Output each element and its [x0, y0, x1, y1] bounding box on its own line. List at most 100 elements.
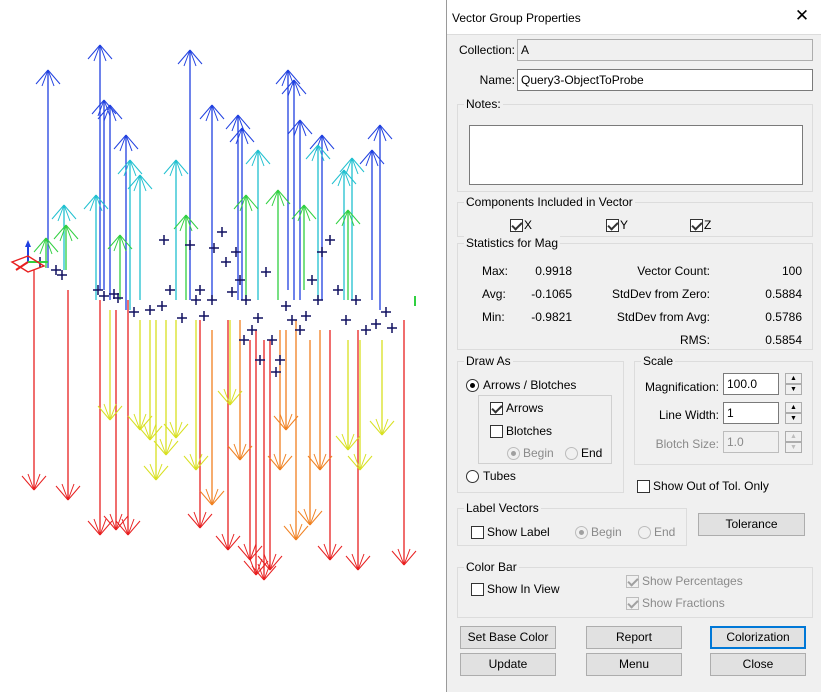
up-vector-3: [97, 104, 123, 300]
probe-point-14: [207, 295, 217, 305]
probe-point-2: [57, 270, 67, 280]
probe-point-37: [371, 319, 381, 329]
down-vector-11: [257, 340, 283, 571]
report-button[interactable]: Report: [586, 626, 682, 649]
down-vector-29: [217, 320, 243, 406]
up-vector-11: [309, 134, 335, 300]
notes-group: Notes:: [457, 97, 813, 192]
blotches-checkbox[interactable]: [490, 425, 503, 438]
probe-point-29: [307, 275, 317, 285]
statistics-group: Statistics for Mag Max: 0.9918 Avg: -0.1…: [457, 236, 813, 350]
down-vector-22: [183, 320, 209, 471]
magnification-spinner[interactable]: ▲ ▼: [785, 373, 802, 395]
down-vector-23: [227, 320, 253, 461]
probe-point-3: [93, 285, 103, 295]
notes-textarea[interactable]: [469, 125, 803, 185]
min-value: -0.9821: [531, 310, 572, 324]
tolerance-button[interactable]: Tolerance: [698, 513, 805, 536]
spin-up-icon[interactable]: ▲: [785, 402, 802, 413]
axis-triad-icon: [10, 240, 48, 273]
menu-button[interactable]: Menu: [586, 653, 682, 676]
probe-point-21: [253, 313, 263, 323]
up-vector-5: [199, 104, 225, 300]
magnification-input[interactable]: 100.0: [723, 373, 779, 395]
y-checkbox[interactable]: [606, 219, 619, 232]
down-vector-4: [115, 300, 141, 536]
spin-down-icon[interactable]: ▼: [785, 442, 802, 453]
spin-down-icon[interactable]: ▼: [785, 384, 802, 395]
magnification-label: Magnification:: [644, 380, 719, 394]
components-group: Components Included in Vector X Y Z: [457, 195, 813, 237]
blotch-begin-radio[interactable]: [507, 447, 520, 460]
label-begin-radio[interactable]: [575, 526, 588, 539]
probe-point-17: [227, 287, 237, 297]
collection-label: Collection:: [458, 43, 515, 57]
down-vector-6: [199, 330, 225, 506]
close-icon[interactable]: ✕: [791, 5, 813, 27]
down-vector-25: [307, 330, 333, 471]
spin-up-icon[interactable]: ▲: [785, 431, 802, 442]
blotch-size-spinner[interactable]: ▲ ▼: [785, 431, 802, 453]
blotch-size-label: Blotch Size:: [655, 437, 719, 451]
down-vector-28: [97, 310, 123, 421]
down-vector-0: [21, 270, 47, 491]
x-checkbox[interactable]: [510, 219, 523, 232]
tubes-radio[interactable]: [466, 470, 479, 483]
arrows-checkbox[interactable]: [490, 402, 503, 415]
blotch-end-label: End: [581, 446, 603, 460]
down-vector-21: [143, 320, 169, 481]
stddev-zero-label: StdDev from Zero:: [611, 287, 710, 301]
avg-label: Avg:: [482, 287, 506, 301]
update-button[interactable]: Update: [460, 653, 556, 676]
line-width-spinner[interactable]: ▲ ▼: [785, 402, 802, 424]
notes-label: Notes:: [464, 97, 503, 111]
down-vector-31: [347, 340, 373, 471]
vector-plot: [10, 44, 417, 581]
arrows-blotches-radio[interactable]: [466, 379, 479, 392]
up-vector-1: [87, 44, 113, 290]
show-out-of-tol-label: Show Out of Tol. Only: [653, 479, 769, 493]
show-percentages-checkbox[interactable]: [626, 575, 639, 588]
z-checkbox[interactable]: [690, 219, 703, 232]
probe-point-32: [325, 235, 335, 245]
show-in-view-checkbox[interactable]: [471, 583, 484, 596]
down-vector-3: [103, 310, 129, 531]
vector-viewport[interactable]: [0, 0, 446, 692]
set-base-color-button[interactable]: Set Base Color: [460, 626, 556, 649]
show-label-checkbox[interactable]: [471, 526, 484, 539]
up-vector-7: [229, 127, 255, 300]
down-vector-14: [317, 330, 343, 561]
colorization-button[interactable]: Colorization: [710, 626, 806, 649]
arrows-label: Arrows: [506, 401, 544, 415]
down-vector-30: [273, 330, 299, 431]
show-fractions-checkbox[interactable]: [626, 597, 639, 610]
probe-point-24: [275, 355, 285, 365]
spin-down-icon[interactable]: ▼: [785, 413, 802, 424]
line-width-input[interactable]: 1: [723, 402, 779, 424]
collection-field: A: [517, 39, 813, 61]
spin-up-icon[interactable]: ▲: [785, 373, 802, 384]
y-label: Y: [620, 218, 629, 232]
color-bar-group: Color Bar Show In View Show Percentages …: [457, 560, 813, 618]
probe-point-42: [231, 247, 241, 257]
probe-point-13: [199, 311, 209, 321]
arrows-blotches-subgroup: Arrows Blotches Begin End: [478, 395, 612, 464]
down-vector-7: [215, 320, 241, 551]
blotch-size-input[interactable]: 1.0: [723, 431, 779, 453]
probe-point-41: [209, 243, 219, 253]
components-title: Components Included in Vector: [464, 195, 635, 209]
name-field[interactable]: Query3-ObjectToProbe: [517, 69, 813, 91]
probe-point-15: [217, 227, 227, 237]
show-out-of-tol-checkbox[interactable]: [637, 480, 650, 493]
vector-count-label: Vector Count:: [637, 264, 710, 278]
down-vector-26: [335, 340, 361, 451]
label-end-radio[interactable]: [638, 526, 651, 539]
up-vector-15: [117, 159, 143, 310]
up-vector-18: [245, 149, 271, 300]
probe-point-18: [235, 275, 245, 285]
probe-point-4: [99, 291, 109, 301]
blotch-end-radio[interactable]: [565, 447, 578, 460]
probe-point-25: [281, 301, 291, 311]
close-button[interactable]: Close: [710, 653, 806, 676]
label-vectors-group: Label Vectors Show Label Begin End: [457, 501, 687, 546]
